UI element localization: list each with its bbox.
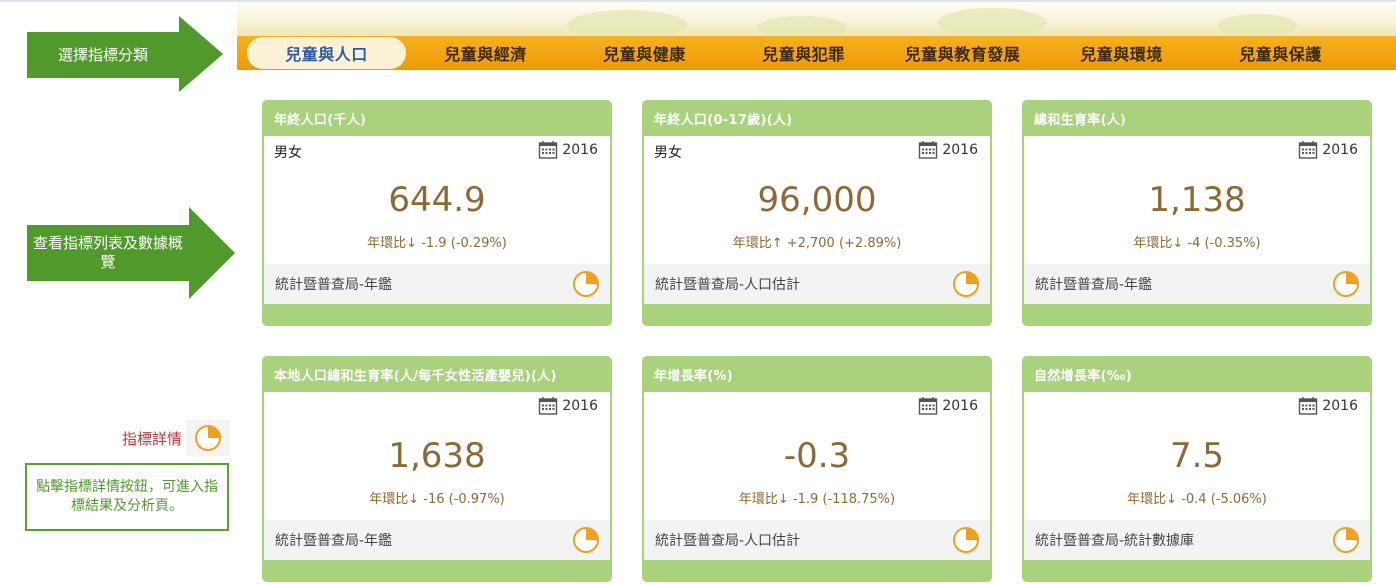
card-value: -0.3 (783, 436, 851, 476)
card-source: 統計暨普查局-人口估計 (655, 277, 801, 293)
detail-pie-icon[interactable] (1332, 270, 1360, 298)
detail-tip-box: 點擊指標詳情按鈕，可進入指標結果及分析頁。 (25, 463, 229, 531)
card-source: 統計暨普查局-人口估計 (655, 533, 801, 549)
card-change: 年環比↓ -16 (-0.97%) (369, 492, 505, 507)
detail-pie-icon[interactable] (1332, 526, 1360, 554)
card-source: 統計暨普查局-年鑑 (275, 533, 393, 549)
card-subtitle: 男女 (654, 145, 682, 161)
card-value: 1,638 (388, 436, 486, 476)
card-subtitle: 男女 (274, 145, 302, 161)
detail-legend: 指標詳情 (122, 420, 231, 456)
detail-pie-icon (186, 420, 231, 456)
card-change: 年環比↓ -0.4 (-5.06%) (1127, 492, 1267, 507)
list-guide-text: 查看指標列表及數據概覽 (27, 225, 189, 281)
card-footer: 統計暨普查局-年鑑 (1024, 264, 1370, 304)
card-year: 2016 (1298, 396, 1358, 416)
card-footer: 統計暨普查局-人口估計 (644, 264, 990, 304)
calendar-icon (539, 141, 558, 159)
tab-children-population[interactable]: 兒童與人口 (247, 37, 406, 69)
card-year: 2016 (918, 140, 978, 160)
card-title: 自然增長率(‰) (1034, 368, 1133, 384)
card-year: 2016 (918, 396, 978, 416)
card-footer: 統計暨普查局-人口估計 (644, 520, 990, 560)
indicator-card: 本地人口總和生育率(人/每千女性活產嬰兒)(人) 2016 1,638 年環比↓… (262, 356, 612, 582)
card-value: 644.9 (388, 180, 486, 220)
card-footer: 統計暨普查局-年鑑 (264, 264, 610, 304)
indicator-card: 年增長率(%) 2016 -0.3 年環比↓ -1.9 (-118.75%) 統… (642, 356, 992, 582)
tab-children-education[interactable]: 兒童與教育發展 (883, 37, 1042, 69)
detail-label: 指標詳情 (122, 429, 183, 448)
tab-children-health[interactable]: 兒童與健康 (565, 37, 724, 69)
card-footer: 統計暨普查局-統計數據庫 (1024, 520, 1370, 560)
card-body: 男女 2016 96,000 年環比↑ +2,700 (+2.89%) (644, 136, 990, 264)
card-year: 2016 (538, 396, 598, 416)
year-label: 2016 (942, 398, 978, 414)
category-guide-text: 選擇指標分類 (27, 32, 179, 78)
tab-children-environment[interactable]: 兒童與環境 (1042, 37, 1201, 69)
card-footer: 統計暨普查局-年鑑 (264, 520, 610, 560)
year-label: 2016 (562, 398, 598, 414)
guide-column: 選擇指標分類 查看指標列表及數據概覽 指標詳情 點擊指標詳情按鈕，可進入指標結果… (0, 2, 240, 584)
card-body: 2016 7.5 年環比↓ -0.4 (-5.06%) (1024, 392, 1370, 520)
detail-pie-icon[interactable] (952, 270, 980, 298)
card-year: 2016 (538, 140, 598, 160)
card-title: 年終人口(千人) (274, 112, 367, 128)
card-source: 統計暨普查局-統計數據庫 (1035, 533, 1195, 549)
tab-children-protection[interactable]: 兒童與保護 (1201, 37, 1360, 69)
tab-children-crime[interactable]: 兒童與犯罪 (724, 37, 883, 69)
year-label: 2016 (562, 142, 598, 158)
indicator-card: 年終人口(千人) 男女 2016 644.9 年環比↓ -1.9 (-0.29%… (262, 100, 612, 326)
card-value: 1,138 (1148, 180, 1246, 220)
arrow-head (189, 207, 235, 299)
card-change: 年環比↓ -1.9 (-0.29%) (367, 236, 507, 251)
card-year: 2016 (1298, 140, 1358, 160)
detail-pie-icon[interactable] (572, 270, 600, 298)
banner-decoration (237, 2, 1396, 40)
card-value: 96,000 (757, 180, 877, 220)
calendar-icon (1299, 397, 1318, 415)
calendar-icon (539, 397, 558, 415)
card-change: 年環比↑ +2,700 (+2.89%) (732, 236, 902, 251)
year-label: 2016 (942, 142, 978, 158)
category-tab-bar: 兒童與人口 兒童與經濟 兒童與健康 兒童與犯罪 兒童與教育發展 兒童與環境 兒童… (237, 36, 1396, 70)
calendar-icon (919, 397, 938, 415)
year-label: 2016 (1322, 398, 1358, 414)
card-title: 年增長率(%) (654, 368, 734, 384)
card-change: 年環比↓ -4 (-0.35%) (1133, 236, 1261, 251)
card-title: 本地人口總和生育率(人/每千女性活產嬰兒)(人) (274, 368, 557, 384)
indicator-card: 自然增長率(‰) 2016 7.5 年環比↓ -0.4 (-5.06%) 統計暨… (1022, 356, 1372, 582)
indicator-card: 總和生育率(人) 2016 1,138 年環比↓ -4 (-0.35%) 統計暨… (1022, 100, 1372, 326)
card-body: 2016 1,638 年環比↓ -16 (-0.97%) (264, 392, 610, 520)
card-title: 年終人口(0-17歲)(人) (654, 112, 793, 128)
card-source: 統計暨普查局-年鑑 (1035, 277, 1153, 293)
card-body: 男女 2016 644.9 年環比↓ -1.9 (-0.29%) (264, 136, 610, 264)
indicator-card: 年終人口(0-17歲)(人) 男女 2016 96,000 年環比↑ +2,70… (642, 100, 992, 326)
tab-children-economy[interactable]: 兒童與經濟 (406, 37, 565, 69)
card-change: 年環比↓ -1.9 (-118.75%) (738, 492, 896, 507)
card-title: 總和生育率(人) (1034, 112, 1127, 128)
card-body: 2016 1,138 年環比↓ -4 (-0.35%) (1024, 136, 1370, 264)
card-value: 7.5 (1169, 436, 1225, 476)
card-source: 統計暨普查局-年鑑 (275, 277, 393, 293)
detail-pie-icon[interactable] (952, 526, 980, 554)
year-label: 2016 (1322, 142, 1358, 158)
detail-pie-icon[interactable] (572, 526, 600, 554)
card-body: 2016 -0.3 年環比↓ -1.9 (-118.75%) (644, 392, 990, 520)
calendar-icon (919, 141, 938, 159)
arrow-head (179, 16, 223, 92)
calendar-icon (1299, 141, 1318, 159)
